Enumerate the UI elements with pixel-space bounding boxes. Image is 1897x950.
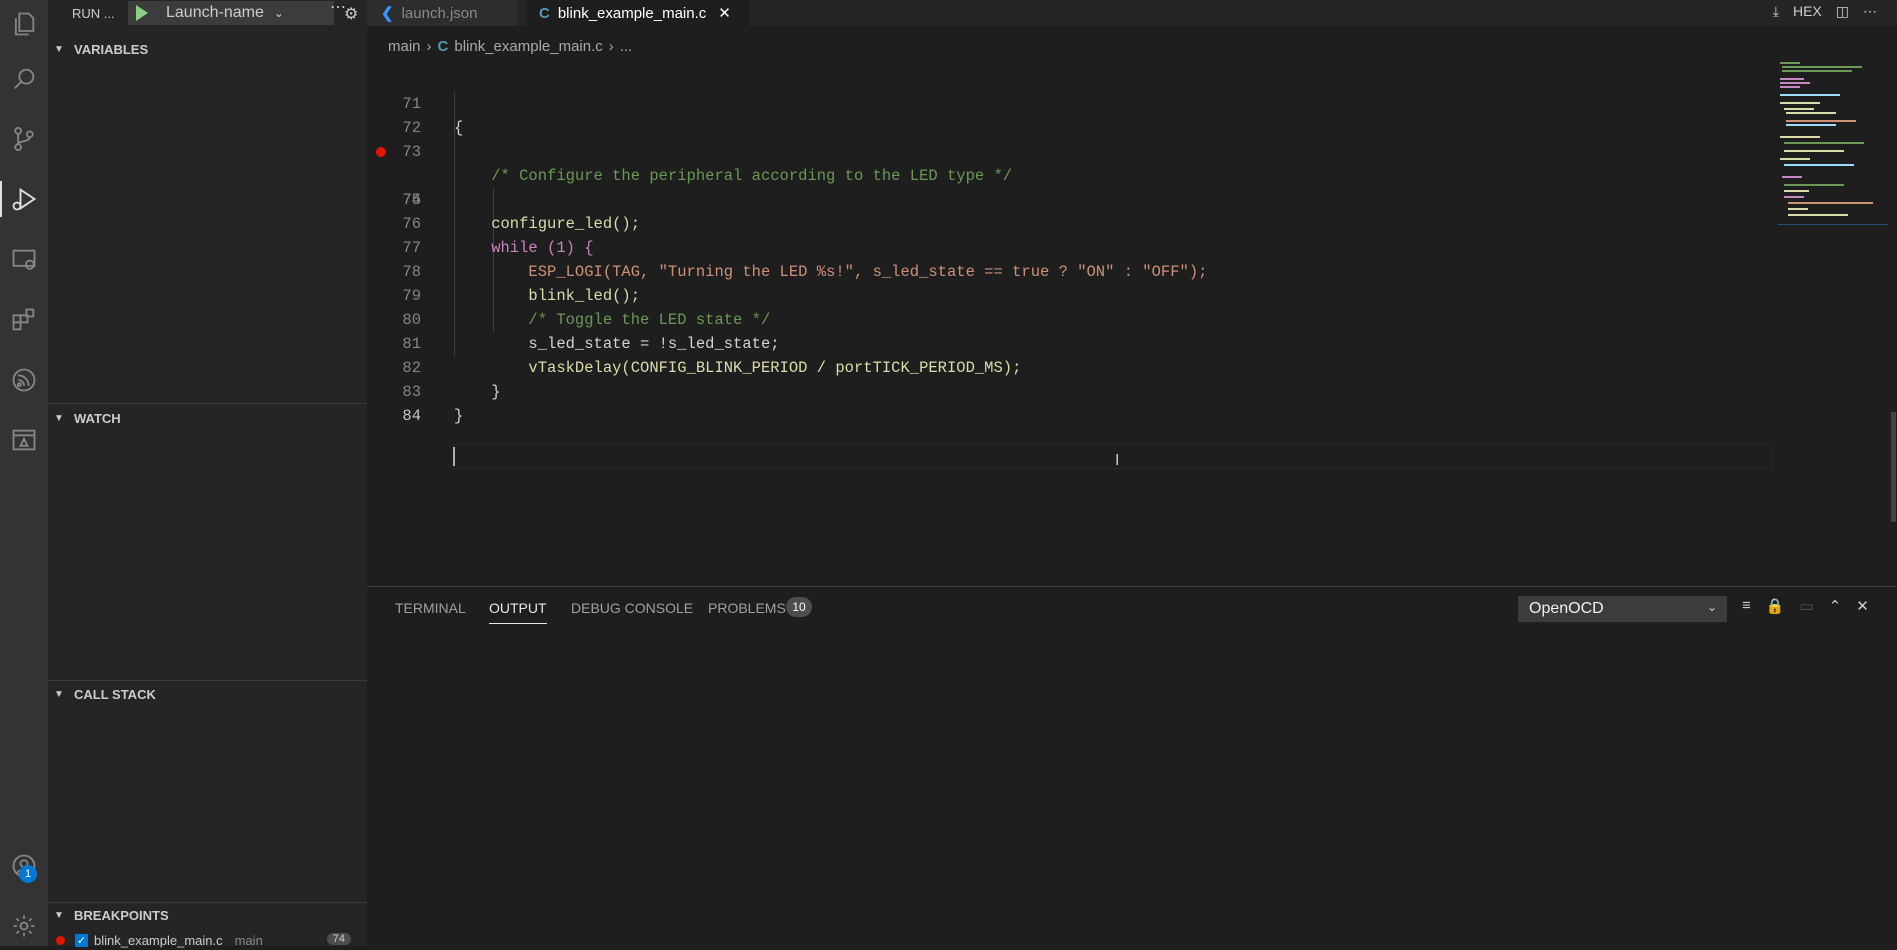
current-line-highlight (453, 444, 1772, 469)
code-line: 80 s_led_state = !s_led_state; (367, 284, 1770, 353)
breakpoint-item[interactable]: ✓ blink_example_main.c main 74 (48, 932, 367, 948)
tab-label: launch.json (401, 4, 478, 22)
panel-tab-debug-console[interactable]: DEBUG CONSOLE (571, 600, 693, 616)
breakpoint-checkbox[interactable]: ✓ (75, 933, 88, 947)
panel-actions: ≡ 🔒 ▭ ⌃ ✕ (1742, 597, 1869, 615)
panel-tab-output[interactable]: OUTPUT (489, 600, 547, 624)
extensions-icon[interactable] (0, 296, 48, 344)
search-icon[interactable] (0, 55, 48, 103)
tab-blink-example-main[interactable]: C blink_example_main.c ✕ (527, 0, 749, 26)
output-channel-label: OpenOCD (1529, 600, 1604, 617)
code-line: 79 /* Toggle the LED state */ (367, 260, 1770, 329)
tab-launch-json[interactable]: ❮ launch.json (367, 0, 517, 26)
breakpoints-title: BREAKPOINTS (74, 907, 169, 923)
code-line: 74 configure_led(); (367, 140, 1770, 233)
breakpoint-dot-icon (56, 935, 65, 945)
panel-tab-problems[interactable]: PROBLEMS (708, 600, 786, 616)
remote-explorer-icon[interactable] (0, 236, 48, 284)
chevron-down-icon: ⌄ (1706, 600, 1717, 614)
section-divider (48, 403, 367, 404)
breadcrumb-file[interactable]: blink_example_main.c (454, 38, 602, 55)
explorer-icon[interactable] (0, 0, 48, 48)
chevron-down-icon: ⌄ (273, 6, 284, 20)
code-line: 77 ESP_LOGI(TAG, "Turning the LED %s!", … (367, 212, 1770, 281)
c-file-icon: C (437, 38, 449, 55)
code-line: 73 /* Configure the peripheral according… (367, 116, 1770, 185)
line-number: 84 (402, 407, 421, 425)
section-divider (48, 902, 367, 903)
code-line: 83 } (367, 356, 1770, 425)
split-editor-icon[interactable]: ◫ (1836, 3, 1849, 20)
lock-scroll-icon[interactable]: 🔒 (1766, 597, 1785, 615)
code-line: 76 while (1) { (367, 188, 1770, 257)
code-line: 75 (367, 164, 1770, 209)
minimap[interactable] (1778, 58, 1888, 228)
breakpoint-file: blink_example_main.c (94, 932, 223, 948)
call-stack-title: CALL STACK (74, 686, 156, 702)
c-file-icon: C (539, 4, 550, 22)
testing-icon[interactable] (0, 416, 48, 464)
launch-config-name: Launch-name (166, 4, 264, 21)
bottom-panel: TERMINAL OUTPUT DEBUG CONSOLE PROBLEMS 1… (367, 586, 1897, 947)
breakpoint-marker-icon[interactable] (376, 147, 386, 157)
vscode-icon: ❮ (381, 5, 394, 22)
editor-tabs: ❮ launch.json C blink_example_main.c ✕ ⤓… (367, 0, 1897, 26)
launch-config-select[interactable]: Launch-name ⌄ (128, 1, 334, 25)
chevron-right-icon: › (426, 38, 432, 55)
maximize-panel-icon[interactable]: ⌃ (1829, 597, 1842, 615)
breakpoint-line-badge: 74 (326, 933, 351, 945)
output-channel-select[interactable]: OpenOCD ⌄ (1518, 596, 1727, 622)
problems-count-badge: 10 (786, 597, 812, 617)
editor-actions: ⤓ HEX ◫ ⋯ (1773, 3, 1877, 20)
chevron-down-icon: ▼ (54, 412, 64, 424)
open-launch-json-gear-icon[interactable]: ⚙ (344, 4, 358, 24)
call-stack-section-header[interactable]: ▼ CALL STACK (48, 683, 367, 705)
download-icon[interactable]: ⤓ (1773, 3, 1779, 20)
run-title: RUN ... (72, 5, 115, 21)
account-badge: 1 (19, 865, 37, 883)
close-panel-icon[interactable]: ✕ (1856, 597, 1869, 615)
mouse-ibeam-cursor: I (1115, 452, 1120, 469)
chevron-right-icon: › (608, 38, 614, 55)
code-line: 71 { (367, 68, 1770, 137)
open-in-editor-icon: ▭ (1799, 598, 1814, 615)
code-line: 84 (367, 380, 1770, 425)
chevron-down-icon: ▼ (54, 688, 64, 700)
code-line: 72 (367, 92, 1770, 137)
breadcrumb-more[interactable]: ... (620, 38, 633, 55)
start-debugging-icon[interactable] (136, 5, 148, 21)
variables-title: VARIABLES (74, 41, 149, 57)
code-editor[interactable]: 71 { 72 73 /* Configure the peripheral a… (367, 68, 1772, 588)
line-text: } (454, 407, 464, 425)
tab-label: blink_example_main.c (557, 4, 707, 22)
watch-section-header[interactable]: ▼ WATCH (48, 407, 367, 429)
breakpoint-dir: main (234, 932, 263, 948)
breadcrumb-folder[interactable]: main (388, 38, 421, 55)
editor-scrollbar[interactable] (1891, 412, 1896, 522)
more-actions-icon[interactable]: ⋯ (330, 0, 346, 17)
run-debug-icon[interactable] (0, 175, 48, 223)
esp-idf-icon[interactable] (0, 356, 48, 404)
breadcrumb: main › C blink_example_main.c › ... (388, 38, 632, 55)
run-debug-sidebar: RUN ... Launch-name ⌄ ⚙ ⋯ ▼ VARIABLES ▼ … (48, 0, 367, 948)
section-divider (48, 680, 367, 681)
more-actions-icon[interactable]: ⋯ (1863, 3, 1877, 20)
text-cursor (453, 447, 455, 466)
code-line: 82 } (367, 332, 1770, 401)
source-control-icon[interactable] (0, 115, 48, 163)
activity-bar: 1 (0, 0, 48, 946)
code-line: 78 blink_led(); (367, 236, 1770, 305)
hex-button[interactable]: HEX (1793, 3, 1822, 20)
close-icon[interactable]: ✕ (718, 4, 731, 22)
chevron-down-icon: ▼ (54, 43, 64, 55)
chevron-down-icon: ▼ (54, 909, 64, 921)
manage-gear-icon[interactable] (0, 902, 48, 950)
panel-tab-terminal[interactable]: TERMINAL (395, 600, 466, 616)
watch-title: WATCH (74, 410, 121, 426)
variables-section-header[interactable]: ▼ VARIABLES (48, 38, 367, 60)
breakpoints-section-header[interactable]: ▼ BREAKPOINTS (48, 904, 367, 926)
clear-output-icon[interactable]: ≡ (1742, 597, 1751, 615)
code-line: 81 vTaskDelay(CONFIG_BLINK_PERIOD / port… (367, 308, 1770, 377)
